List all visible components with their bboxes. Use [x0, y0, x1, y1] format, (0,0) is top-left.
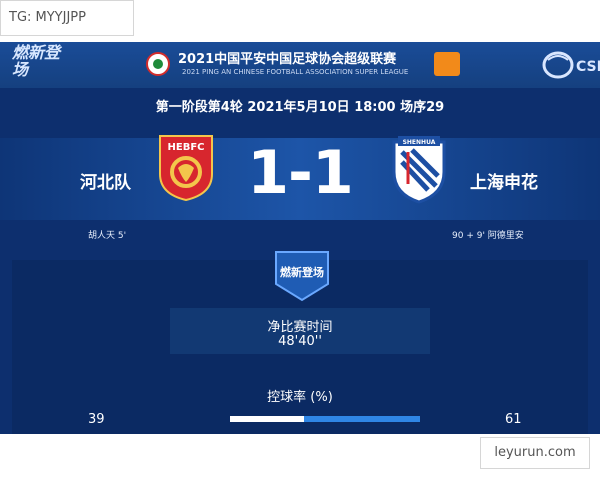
shenhua-crest-icon: SHENHUA — [392, 136, 446, 204]
possession-away-value: 61 — [505, 412, 522, 427]
home-team-name: 河北队 — [80, 173, 131, 193]
csl-logo-icon: CSL — [542, 51, 600, 79]
shenhua-crest-text: SHENHUA — [403, 139, 436, 146]
watermark-top-left: TG: MYYJJPP — [0, 0, 134, 36]
home-goal-scorer: 胡人天 5' — [88, 231, 127, 241]
possession-home-value: 39 — [88, 412, 105, 427]
match-info-text: 第一阶段第4轮 2021年5月10日 18:00 场序29 — [155, 100, 445, 115]
match-info-bar: 第一阶段第4轮 2021年5月10日 18:00 场序29 — [0, 96, 600, 120]
event-logo: 燃新登场 — [12, 43, 61, 79]
possession-bar-home — [230, 416, 305, 422]
possession-bar — [230, 416, 420, 422]
away-goal-scorer: 90 + 9' 阿德里安 — [452, 231, 524, 241]
match-summary-frame: 燃新登场 2021中国平安中国足球协会超级联赛 2021 PING AN CHI… — [0, 42, 600, 434]
possession-label: 控球率 (%) — [267, 390, 333, 405]
hebei-crest-text: HEBFC — [168, 142, 205, 153]
net-time-label: 净比赛时间 — [267, 320, 333, 335]
hebei-crest-icon: HEBFC — [159, 135, 213, 202]
event-badge-icon: 燃新登场 — [275, 251, 329, 302]
league-title: 2021中国平安中国足球协会超级联赛 — [178, 52, 397, 67]
event-badge-text: 燃新登场 — [279, 265, 324, 279]
net-time-value: 48'40'' — [278, 334, 322, 349]
league-subtitle: 2021 PING AN CHINESE FOOTBALL ASSOCIATIO… — [182, 68, 409, 76]
cfa-emblem-icon — [146, 52, 170, 76]
match-score: 1-1 — [247, 138, 353, 208]
watermark-bottom-right: leyurun.com — [480, 437, 590, 469]
possession-bar-away — [304, 416, 420, 422]
sponsor-logo-icon — [434, 52, 460, 76]
away-team-name: 上海申花 — [470, 173, 538, 193]
csl-logo-text: CSL — [576, 59, 600, 75]
